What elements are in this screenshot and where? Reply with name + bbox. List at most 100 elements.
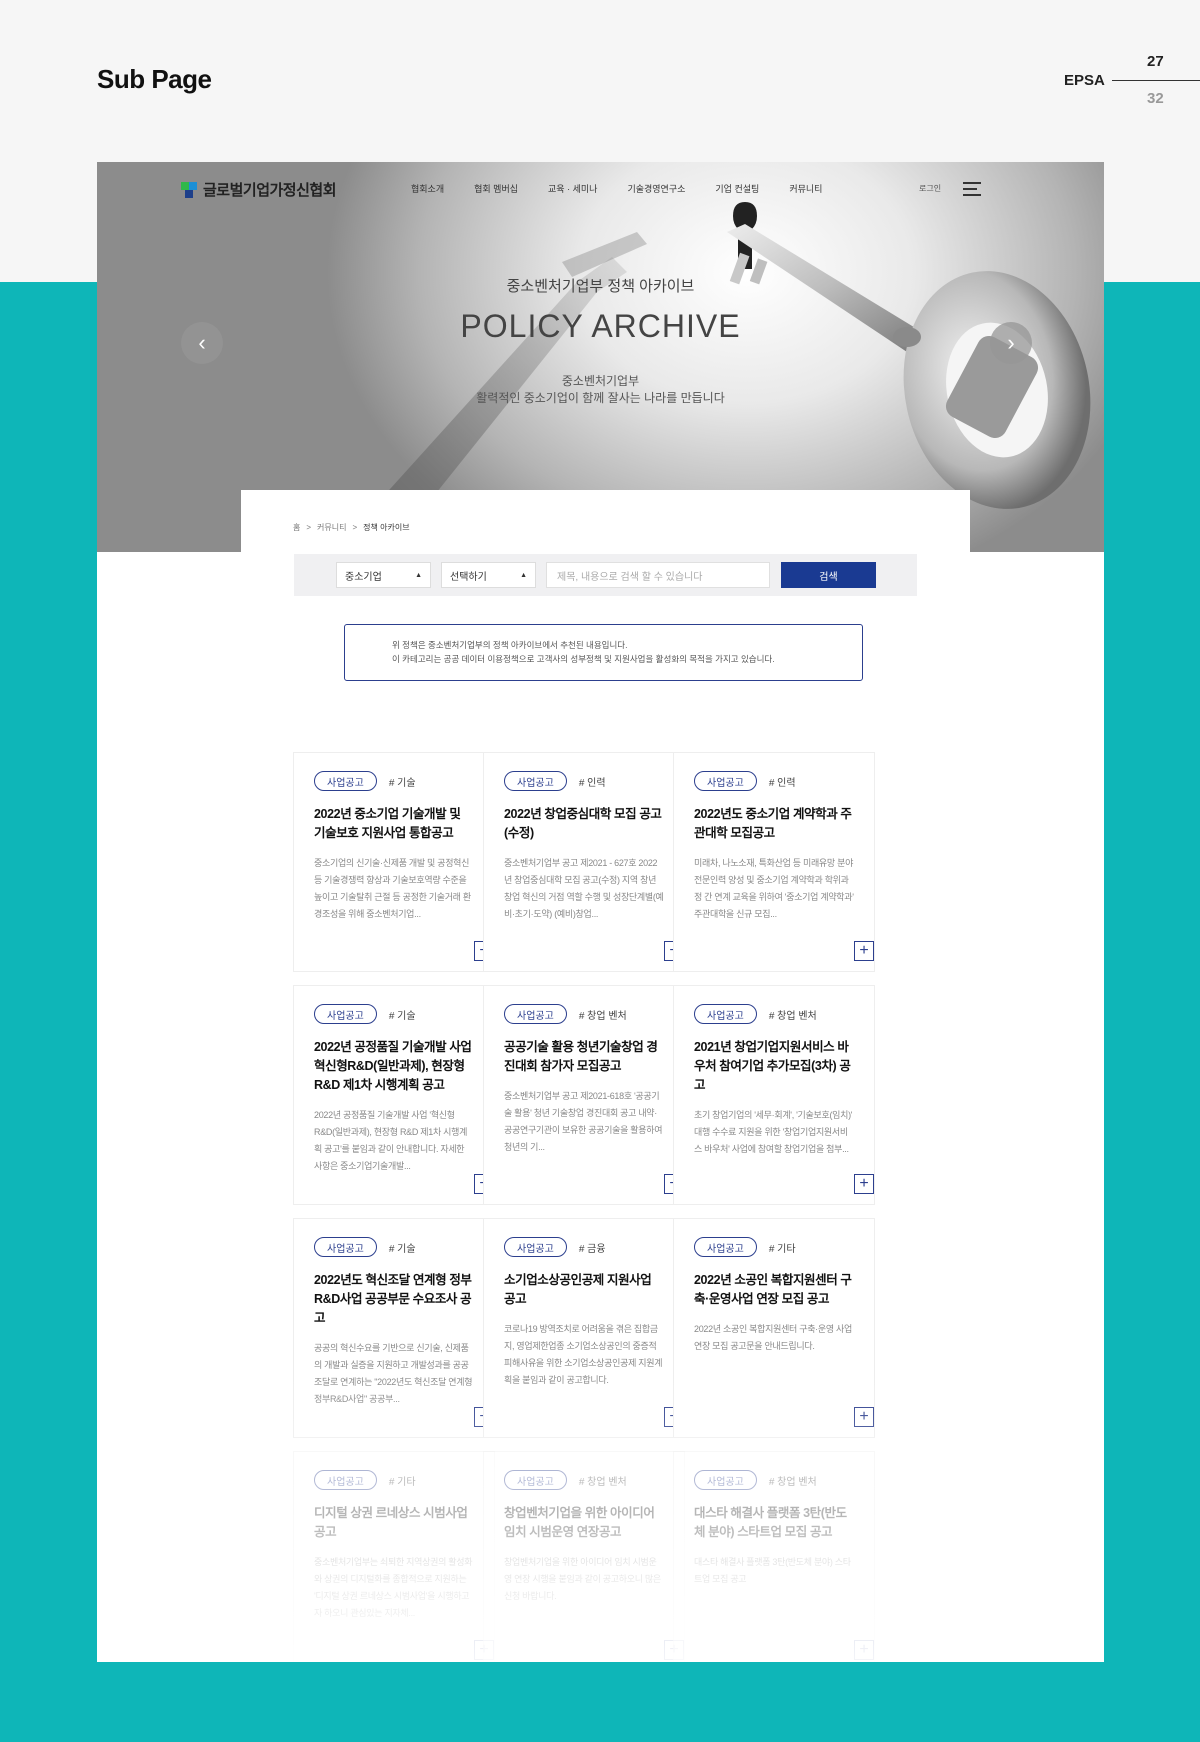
policy-card[interactable]: 사업공고 # 기술 2022년 중소기업 기술개발 및 기술보호 지원사업 통합공고… <box>293 752 495 972</box>
card-tag: 사업공고 <box>694 1237 757 1257</box>
card-tag-row: 사업공고 # 기술 <box>314 771 474 791</box>
hamburger-menu-icon[interactable] <box>963 182 981 196</box>
card-hashtag: # 기타 <box>388 1476 416 1488</box>
plus-icon[interactable]: + <box>854 941 874 961</box>
card-tag: 사업공고 <box>694 771 757 791</box>
policy-card[interactable]: 사업공고 # 기타디지털 상권 르네상스 시범사업 공고중소벤처기업부는 쇠퇴한 … <box>293 1451 495 1662</box>
global-navigation: 글로벌기업가정신협회 협회소개 협회 멤버십 교육 · 세미나 기술경영연구소 … <box>97 162 1104 218</box>
card-hashtag: # 기술 <box>388 777 416 789</box>
slider-prev-button[interactable]: ‹ <box>181 322 223 364</box>
card-hashtag: # 창업 벤처 <box>578 1010 627 1022</box>
page-total: 32 <box>1147 90 1164 107</box>
card-description: 코로나19 방역조치로 어려움을 겪은 집합금지, 영업제한업종 소기업소상공인… <box>504 1324 663 1385</box>
policy-card[interactable]: 사업공고 # 창업 벤처 공공기술 활용 청년기술창업 경진대회 참가자 모집공고 중… <box>483 985 685 1205</box>
menu-item-education[interactable]: 교육 · 세미나 <box>548 182 597 195</box>
policy-card[interactable]: 사업공고 # 인력 2022년도 중소기업 계약학과 주관대학 모집공고미래차, 나… <box>673 752 875 972</box>
login-link[interactable]: 로그인 <box>919 183 941 194</box>
page-current: 27 <box>1147 53 1164 70</box>
plus-icon[interactable]: + <box>854 1174 874 1194</box>
card-hashtag: # 기술 <box>388 1010 416 1022</box>
card-hashtag: # 금융 <box>578 1243 606 1255</box>
search-input[interactable]: 제목, 내용으로 검색 할 수 있습니다 <box>546 562 770 588</box>
card-hashtag: # 창업 벤처 <box>768 1010 817 1022</box>
policy-card[interactable]: 사업공고 # 금융소기업소상공인공제 지원사업 공고코로나19 방역조치로 어려움… <box>483 1218 685 1438</box>
policy-card[interactable]: 사업공고 # 인력 2022년 창업중심대학 모집 공고(수정) 중소벤처기업부 공고… <box>483 752 685 972</box>
card-title[interactable]: 소기업소상공인공제 지원사업 공고 <box>504 1271 664 1309</box>
plus-icon[interactable]: + <box>854 1640 874 1660</box>
card-tag-row: 사업공고 # 기술 <box>314 1237 474 1257</box>
card-tag-row: 사업공고 # 인력 <box>694 771 854 791</box>
card-title[interactable]: 디지털 상권 르네상스 시범사업 공고 <box>314 1504 474 1542</box>
breadcrumb-community[interactable]: 커뮤니티 <box>317 522 346 533</box>
card-tag: 사업공고 <box>694 1470 757 1490</box>
card-tag: 사업공고 <box>504 1470 567 1490</box>
card-tag-row: 사업공고 # 기타 <box>694 1237 854 1257</box>
card-hashtag: # 기술 <box>388 1243 416 1255</box>
card-description: 중소벤처기업부는 쇠퇴한 지역상권의 활성화와 상권의 디지털화를 종합적으로 … <box>314 1557 473 1618</box>
menu-item-community[interactable]: 커뮤니티 <box>789 182 822 195</box>
card-title[interactable]: 2022년 공정품질 기술개발 사업 혁신형R&D(일반과제), 현장형 R&D… <box>314 1038 474 1095</box>
policy-card[interactable]: 사업공고 # 창업 벤처 대스타 해결사 플랫폼 3탄(반도체 분야) 스타트업 모… <box>673 1451 875 1662</box>
menu-item-consulting[interactable]: 기업 컨설팅 <box>715 182 759 195</box>
card-description: 2022년 소공인 복합지원센터 구축·운영 사업 연장 모집 공고문을 안내드… <box>694 1324 853 1351</box>
card-tag: 사업공고 <box>314 1004 377 1024</box>
select-caret-icon: ▲︎ <box>520 571 527 579</box>
card-title[interactable]: 2022년 창업중심대학 모집 공고(수정) <box>504 805 664 843</box>
site-logo[interactable]: 글로벌기업가정신협회 <box>181 179 337 200</box>
hero-subtitle: 중소벤처기업부 정책 아카이브 <box>506 278 695 295</box>
card-title[interactable]: 2022년 중소기업 기술개발 및 기술보호 지원사업 통합공고 <box>314 805 474 843</box>
card-tag-row: 사업공고 # 창업 벤처 <box>694 1004 854 1024</box>
card-tag: 사업공고 <box>504 771 567 791</box>
card-tag-row: 사업공고 # 기타 <box>314 1470 474 1490</box>
card-hashtag: # 인력 <box>768 777 796 789</box>
card-tag: 사업공고 <box>504 1237 567 1257</box>
policy-card[interactable]: 사업공고 # 창업 벤처창업벤처기업을 위한 아이디어 임치 시범운영 연장공고창… <box>483 1451 685 1662</box>
content-panel: 홈 > 커뮤니티 > 정책 아카이브 중소기업 ▲︎ 선택하기 ▲︎ 제목, 내… <box>241 490 970 1662</box>
card-description: 2022년 공정품질 기술개발 사업 '혁신형 R&D(일반과제), 현장형 R… <box>314 1110 468 1171</box>
chevron-right-icon: › <box>1007 330 1015 355</box>
breadcrumb-home[interactable]: 홈 <box>293 522 300 533</box>
card-description: 대스타 해결사 플랫폼 3탄(반도체 분야) 스타트업 모집 공고 <box>694 1557 851 1584</box>
card-description: 중소벤처기업부 공고 제2021-618호 '공공기술 활용' 청년 기술창업 … <box>504 1091 663 1152</box>
card-title[interactable]: 창업벤처기업을 위한 아이디어 임치 시범운영 연장공고 <box>504 1504 664 1542</box>
page-divider <box>1112 80 1200 81</box>
policy-card[interactable]: 사업공고 # 기타 2022년 소공인 복합지원센터 구축·운영사업 연장 모집 공… <box>673 1218 875 1438</box>
notice-box: 위 정책은 중소벤처기업부의 정책 아카이브에서 추천된 내용입니다. 이 카테… <box>344 624 863 681</box>
card-title[interactable]: 공공기술 활용 청년기술창업 경진대회 참가자 모집공고 <box>504 1038 664 1076</box>
plus-icon[interactable]: + <box>854 1407 874 1427</box>
presentation-title: Sub Page <box>97 64 212 94</box>
hero-description-1: 중소벤처기업부 <box>561 374 640 388</box>
category-select[interactable]: 중소기업 ▲︎ <box>336 562 431 588</box>
card-tag: 사업공고 <box>694 1004 757 1024</box>
card-title[interactable]: 2021년 창업기업지원서비스 바우처 참여기업 추가모집(3차) 공고 <box>694 1038 854 1095</box>
card-description: 창업벤처기업을 위한 아이디어 임치 시범운영 연장 시행을 붙임과 같이 공고… <box>504 1557 661 1601</box>
search-button[interactable]: 검색 <box>781 562 876 588</box>
menu-item-research[interactable]: 기술경영연구소 <box>627 182 685 195</box>
filter-select[interactable]: 선택하기 ▲︎ <box>441 562 536 588</box>
breadcrumb-separator: > <box>352 523 358 532</box>
card-description: 미래차, 나노소재, 특화산업 등 미래유망 분야 전문인력 양성 및 중소기업… <box>694 858 854 919</box>
card-hashtag: # 창업 벤처 <box>578 1476 627 1488</box>
main-menu: 협회소개 협회 멤버십 교육 · 세미나 기술경영연구소 기업 컨설팅 커뮤니티 <box>411 182 852 195</box>
notice-line-2: 이 카테고리는 공공 데이터 이용정책으로 고객사의 성부정책 및 지원사업을 … <box>392 654 775 664</box>
card-title[interactable]: 대스타 해결사 플랫폼 3탄(반도체 분야) 스타트업 모집 공고 <box>694 1504 854 1542</box>
card-tag-row: 사업공고 # 창업 벤처 <box>504 1470 664 1490</box>
card-tag-row: 사업공고 # 기술 <box>314 1004 474 1024</box>
menu-item-about[interactable]: 협회소개 <box>411 182 444 195</box>
policy-card[interactable]: 사업공고 # 기술 2022년 공정품질 기술개발 사업 혁신형R&D(일반과제),… <box>293 985 495 1205</box>
card-tag: 사업공고 <box>314 1470 377 1490</box>
presentation-brand: EPSA <box>1064 72 1105 89</box>
hero-title: POLICY ARCHIVE <box>460 308 741 344</box>
card-tag: 사업공고 <box>314 1237 377 1257</box>
card-tag: 사업공고 <box>314 771 377 791</box>
card-title[interactable]: 2022년 소공인 복합지원센터 구축·운영사업 연장 모집 공고 <box>694 1271 854 1309</box>
card-tag-row: 사업공고 # 인력 <box>504 771 664 791</box>
policy-card[interactable]: 사업공고 # 기술 2022년도 혁신조달 연계형 정부R&D사업 공공부문 수요조… <box>293 1218 495 1438</box>
menu-item-membership[interactable]: 협회 멤버십 <box>474 182 518 195</box>
policy-card[interactable]: 사업공고 # 창업 벤처 2021년 창업기업지원서비스 바우처 참여기업 추가모집… <box>673 985 875 1205</box>
hero-description-2: 활력적인 중소기업이 함께 잘사는 나라를 만듭니다 <box>476 391 725 405</box>
slider-next-button[interactable]: › <box>990 322 1032 364</box>
card-title[interactable]: 2022년도 혁신조달 연계형 정부R&D사업 공공부문 수요조사 공고 <box>314 1271 474 1328</box>
breadcrumb: 홈 > 커뮤니티 > 정책 아카이브 <box>293 522 410 533</box>
card-title[interactable]: 2022년도 중소기업 계약학과 주관대학 모집공고 <box>694 805 854 843</box>
